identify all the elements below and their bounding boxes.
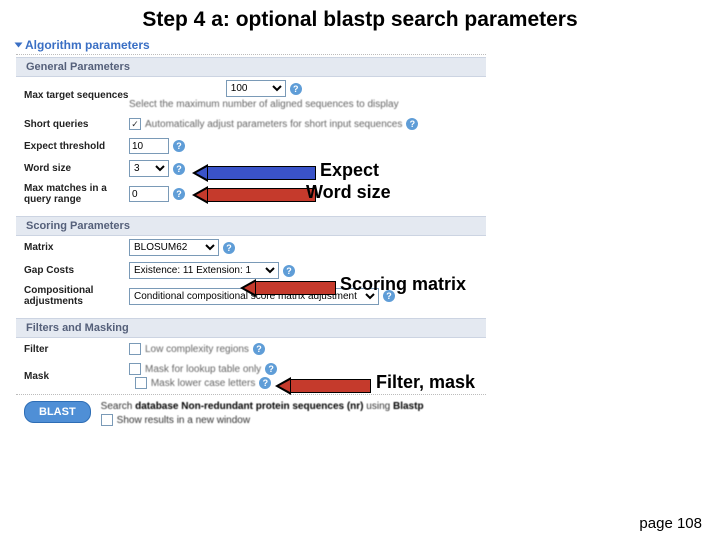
search-summary: Search database Non-redundant protein se… xyxy=(101,401,424,412)
triangle-icon xyxy=(15,43,23,48)
help-icon[interactable]: ? xyxy=(283,265,295,277)
section-scoring: Scoring Parameters xyxy=(16,216,486,236)
section-filters: Filters and Masking xyxy=(16,318,486,338)
anno-expect: Expect xyxy=(320,160,379,181)
select-matrix[interactable]: BLOSUM62 xyxy=(129,239,219,256)
mask-option1: Mask for lookup table only xyxy=(145,364,261,375)
label-matrix: Matrix xyxy=(24,242,129,253)
help-icon[interactable]: ? xyxy=(265,363,277,375)
checkbox-filter[interactable] xyxy=(129,343,141,355)
label-mask: Mask xyxy=(24,371,129,382)
anno-scoring: Scoring matrix xyxy=(340,274,466,295)
algorithm-parameters-toggle[interactable]: Algorithm parameters xyxy=(16,36,486,55)
help-icon[interactable]: ? xyxy=(253,343,265,355)
select-max-target[interactable]: 100 xyxy=(226,80,286,97)
row-short-queries: Short queries ✓ Automatically adjust par… xyxy=(16,113,486,135)
mask-option2: Mask lower case letters xyxy=(151,378,255,389)
row-expect: Expect threshold ? xyxy=(16,135,486,157)
help-icon[interactable]: ? xyxy=(173,140,185,152)
section-general: General Parameters xyxy=(16,57,486,77)
submit-row: BLAST Search database Non-redundant prot… xyxy=(16,394,486,432)
select-word-size[interactable]: 3 xyxy=(129,160,169,177)
collapse-label: Algorithm parameters xyxy=(25,38,150,52)
label-filter: Filter xyxy=(24,344,129,355)
help-icon[interactable]: ? xyxy=(173,188,185,200)
select-gap-costs[interactable]: Existence: 11 Extension: 1 xyxy=(129,262,279,279)
arrow-matrix xyxy=(240,279,336,297)
checkbox-new-window[interactable] xyxy=(101,414,113,426)
row-filter: Filter Low complexity regions ? xyxy=(16,338,486,360)
anno-word-size: Word size xyxy=(306,182,391,203)
label-word-size: Word size xyxy=(24,163,129,174)
label-comp-adj: Compositional adjustments xyxy=(24,285,129,307)
desc-short-queries: Automatically adjust parameters for shor… xyxy=(145,119,402,130)
help-icon[interactable]: ? xyxy=(223,242,235,254)
arrow-expect xyxy=(192,164,316,182)
help-icon[interactable]: ? xyxy=(290,83,302,95)
input-expect[interactable] xyxy=(129,138,169,154)
label-gap-costs: Gap Costs xyxy=(24,265,129,276)
show-results-label: Show results in a new window xyxy=(117,415,250,426)
checkbox-short-queries[interactable]: ✓ xyxy=(129,118,141,130)
label-max-target: Max target sequences xyxy=(24,90,129,101)
checkbox-mask1[interactable] xyxy=(129,363,141,375)
checkbox-mask2[interactable] xyxy=(135,377,147,389)
row-max-target: Max target sequences 100 ? Select the ma… xyxy=(16,77,486,113)
label-expect: Expect threshold xyxy=(24,141,129,152)
blast-button[interactable]: BLAST xyxy=(24,401,91,423)
help-icon[interactable]: ? xyxy=(259,377,271,389)
desc-max-target: Select the maximum number of aligned seq… xyxy=(129,99,399,110)
anno-filter: Filter, mask xyxy=(376,372,475,393)
slide-title: Step 4 a: optional blastp search paramet… xyxy=(0,0,720,36)
filter-option: Low complexity regions xyxy=(145,344,249,355)
help-icon[interactable]: ? xyxy=(173,163,185,175)
arrow-word-size xyxy=(192,186,316,204)
help-icon[interactable]: ? xyxy=(406,118,418,130)
page-number: page 108 xyxy=(639,515,702,532)
input-max-matches[interactable] xyxy=(129,186,169,202)
arrow-filter xyxy=(275,377,371,395)
row-matrix: Matrix BLOSUM62 ? xyxy=(16,236,486,259)
label-max-matches: Max matches in a query range xyxy=(24,183,129,205)
label-short-queries: Short queries xyxy=(24,119,129,130)
